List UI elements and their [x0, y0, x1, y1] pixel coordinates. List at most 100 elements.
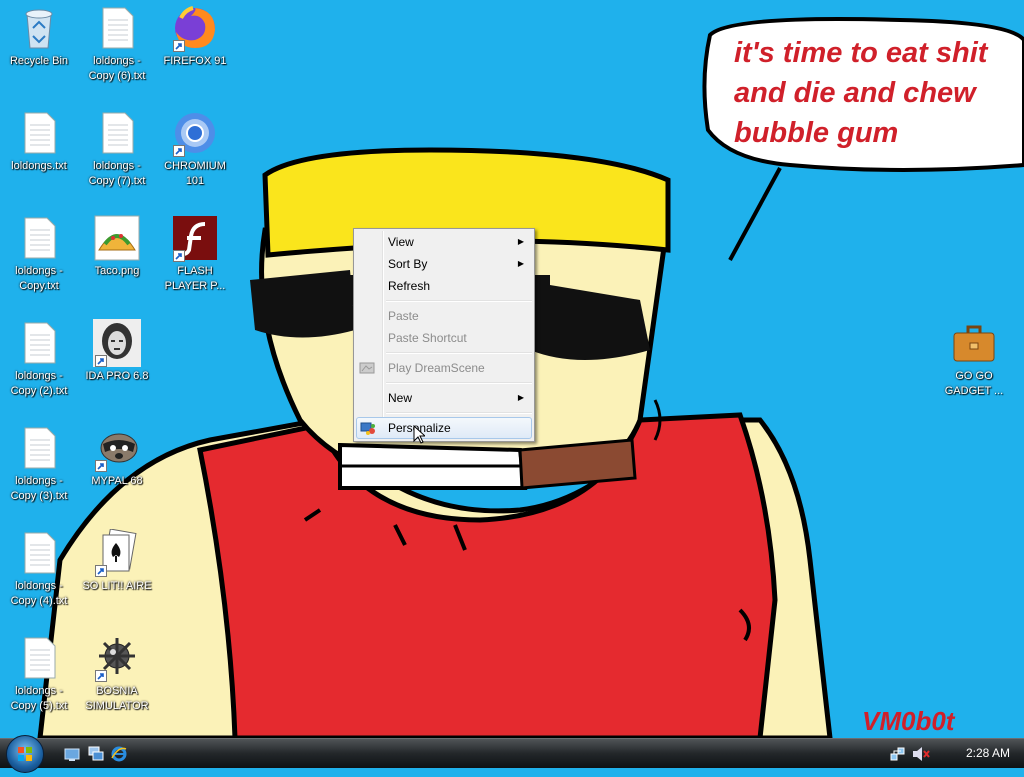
- mouse-cursor-icon: [413, 425, 425, 444]
- solitaire-icon: [93, 528, 141, 577]
- icon-label: loldongs - Copy (5).txt: [10, 685, 68, 712]
- desktop-icon-mypal[interactable]: MYPAL 68: [79, 424, 155, 489]
- text-file-icon: [93, 109, 141, 157]
- firefox-icon: [171, 4, 219, 52]
- desktop-icon-chromium[interactable]: CHROMIUM 101: [157, 109, 233, 189]
- menu-item-label: Refresh: [388, 279, 431, 293]
- icon-label: CHROMIUM 101: [164, 160, 226, 187]
- desktop-icon-text-file[interactable]: loldongs - Copy (4).txt: [1, 529, 77, 609]
- system-tray: 2:28 AM: [884, 739, 1024, 768]
- internet-explorer-icon[interactable]: [111, 746, 127, 762]
- start-button[interactable]: [6, 735, 44, 773]
- dreamscene-icon: [359, 360, 375, 376]
- menu-item-view[interactable]: View ▶: [354, 231, 534, 253]
- icon-label: loldongs - Copy (6).txt: [88, 55, 146, 82]
- menu-item-label: Sort By: [388, 257, 428, 271]
- windows-orb-icon: [18, 747, 32, 761]
- text-file-icon: [93, 4, 141, 52]
- menu-item-personalize[interactable]: Personalize: [356, 417, 532, 439]
- icon-label: loldongs.txt: [11, 160, 67, 172]
- icon-label: loldongs - Copy (3).txt: [10, 475, 68, 502]
- desktop-icon-solitaire[interactable]: SO LIT!! AIRE: [79, 528, 155, 594]
- icon-label: loldongs - Copy (2).txt: [10, 370, 68, 397]
- taco-image-icon: [93, 214, 141, 262]
- desktop-icon-gadgets[interactable]: GO GO GADGET ...: [936, 319, 1012, 399]
- flash-player-icon: [171, 214, 219, 262]
- shortcut-arrow-icon: [173, 145, 185, 157]
- submenu-arrow-icon: ▶: [517, 393, 524, 402]
- desktop-icon-taco[interactable]: Taco.png: [79, 214, 155, 279]
- desktop-icon-text-file[interactable]: loldongs - Copy (5).txt: [1, 634, 77, 714]
- desktop-icon-flash-player[interactable]: FLASH PLAYER P...: [157, 214, 233, 294]
- menu-item-label: View: [388, 235, 414, 249]
- menu-item-label: Play DreamScene: [388, 361, 485, 375]
- desktop-icon-text-file[interactable]: loldongs.txt: [1, 109, 77, 174]
- show-desktop-icon[interactable]: [64, 746, 80, 762]
- switch-windows-icon[interactable]: [88, 746, 104, 762]
- shortcut-arrow-icon: [173, 40, 185, 52]
- menu-item-label: New: [388, 391, 413, 405]
- speech-line-1: it's time to eat shit: [734, 37, 989, 69]
- menu-item-label: Paste: [388, 309, 419, 323]
- network-icon[interactable]: [890, 746, 906, 762]
- desktop-icon-firefox[interactable]: FIREFOX 91: [157, 4, 233, 69]
- desktop-icon-recycle-bin[interactable]: Recycle Bin: [1, 4, 77, 69]
- desktop-icon-bosnia-simulator[interactable]: BOSNIA SIMULATOR: [79, 634, 155, 714]
- shortcut-arrow-icon: [173, 250, 185, 262]
- personalize-icon: [360, 420, 376, 436]
- desktop[interactable]: it's time to eat shit and die and chew b…: [0, 0, 1024, 738]
- icon-label: BOSNIA SIMULATOR: [85, 685, 149, 712]
- raccoon-icon: [93, 424, 141, 472]
- shortcut-arrow-icon: [95, 565, 107, 577]
- icon-label: GO GO GADGET ...: [944, 370, 1004, 397]
- shortcut-arrow-icon: [95, 670, 107, 682]
- menu-item-new[interactable]: New ▶: [354, 387, 534, 409]
- menu-item-paste-shortcut[interactable]: Paste Shortcut: [354, 327, 534, 349]
- submenu-arrow-icon: ▶: [517, 259, 524, 268]
- ida-pro-icon: [93, 319, 141, 367]
- taskbar-clock[interactable]: 2:28 AM: [966, 746, 1010, 760]
- signature: VM0b0t: [862, 706, 956, 736]
- chromium-icon: [171, 109, 219, 157]
- menu-item-sort-by[interactable]: Sort By ▶: [354, 253, 534, 275]
- desktop-icon-text-file[interactable]: loldongs - Copy (2).txt: [1, 319, 77, 399]
- text-file-icon: [15, 319, 63, 367]
- icon-label: MYPAL 68: [91, 475, 143, 487]
- recycle-bin-icon: [15, 4, 63, 52]
- menu-item-play-dreamscene[interactable]: Play DreamScene: [354, 357, 534, 379]
- text-file-icon: [15, 214, 63, 262]
- text-file-icon: [15, 424, 63, 472]
- menu-separator: [386, 352, 532, 354]
- desktop-icon-ida-pro[interactable]: IDA PRO 6.8: [79, 319, 155, 384]
- menu-item-refresh[interactable]: Refresh: [354, 275, 534, 297]
- desktop-icon-text-file[interactable]: loldongs - Copy.txt: [1, 214, 77, 294]
- mine-icon: [93, 634, 141, 682]
- icon-label: SO LIT!! AIRE: [82, 580, 152, 592]
- taskbar: 2:28 AM: [0, 735, 1024, 773]
- text-file-icon: [15, 529, 63, 577]
- desktop-icon-text-file[interactable]: loldongs - Copy (7).txt: [79, 109, 155, 189]
- icon-label: loldongs - Copy (4).txt: [10, 580, 68, 607]
- icon-label: loldongs - Copy (7).txt: [88, 160, 146, 187]
- desktop-context-menu: View ▶ Sort By ▶ Refresh Paste Paste Short…: [353, 228, 535, 442]
- speech-line-2: and die and chew: [734, 77, 978, 109]
- icon-label: IDA PRO 6.8: [85, 370, 149, 382]
- submenu-arrow-icon: ▶: [517, 237, 524, 246]
- icon-label: Taco.png: [94, 265, 140, 277]
- shortcut-arrow-icon: [95, 460, 107, 472]
- volume-muted-icon[interactable]: [912, 746, 930, 762]
- desktop-icon-text-file[interactable]: loldongs - Copy (3).txt: [1, 424, 77, 504]
- icon-label: FIREFOX 91: [163, 55, 227, 67]
- desktop-icon-text-file[interactable]: loldongs - Copy (6).txt: [79, 4, 155, 84]
- speech-line-3: bubble gum: [734, 117, 898, 149]
- icon-label: FLASH PLAYER P...: [164, 265, 226, 292]
- briefcase-icon: [950, 319, 998, 367]
- shortcut-arrow-icon: [95, 355, 107, 367]
- icon-label: Recycle Bin: [9, 55, 69, 67]
- menu-separator: [386, 300, 532, 302]
- menu-item-paste[interactable]: Paste: [354, 305, 534, 327]
- text-file-icon: [15, 109, 63, 157]
- icon-label: loldongs - Copy.txt: [15, 265, 63, 292]
- menu-item-label: Paste Shortcut: [388, 331, 467, 345]
- text-file-icon: [15, 634, 63, 682]
